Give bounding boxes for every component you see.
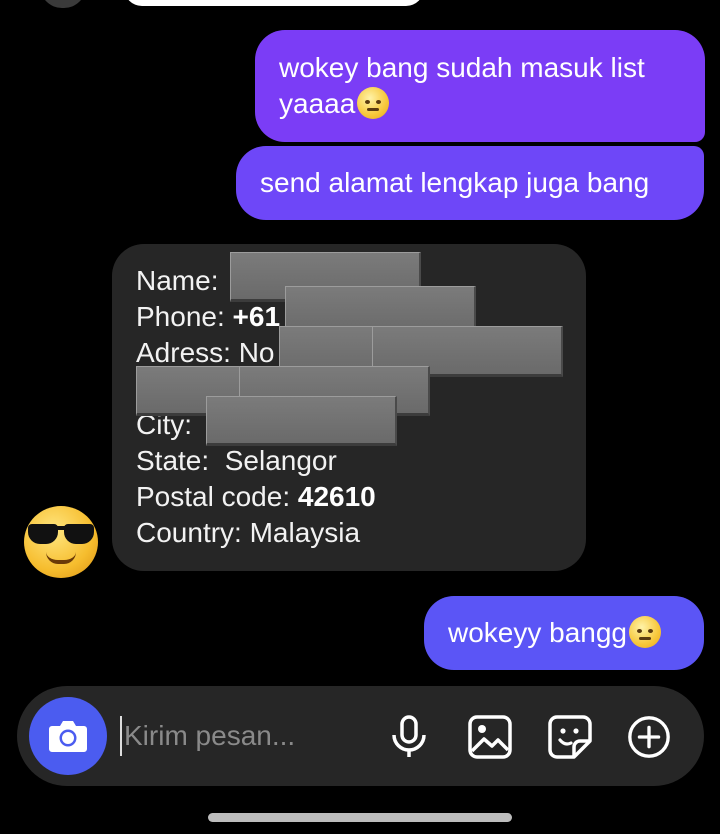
camera-button[interactable] <box>29 697 107 775</box>
saluting-face-emoji-icon <box>629 616 662 648</box>
sunglasses-face-avatar[interactable] <box>24 506 98 578</box>
saluting-face-emoji-icon <box>357 87 390 119</box>
home-indicator[interactable] <box>208 813 512 822</box>
country-row: Country: Malaysia <box>136 515 562 551</box>
state-label: State: <box>136 445 210 476</box>
message-input[interactable] <box>120 716 360 756</box>
mic-button[interactable] <box>386 714 432 760</box>
phone-value: +61 <box>232 301 281 332</box>
state-value: Selangor <box>224 445 337 476</box>
address-label: Adress: No <box>136 337 275 368</box>
sticker-icon <box>548 715 592 759</box>
state-row: State: Selangor <box>136 443 562 479</box>
name-label: Name: <box>136 265 219 296</box>
postal-row: Postal code: 42610 <box>136 479 562 515</box>
outgoing-message-1-text: wokey bang sudah masuk list yaaaa <box>279 52 645 119</box>
postal-label: Postal code: <box>136 481 291 512</box>
postal-value: 42610 <box>297 481 376 512</box>
more-button[interactable] <box>626 714 672 760</box>
country-value: Malaysia <box>249 517 361 548</box>
redaction-box <box>206 396 397 446</box>
outgoing-message-2-text: send alamat lengkap juga bang <box>260 167 650 198</box>
phone-label: Phone: <box>136 301 225 332</box>
sticker-button[interactable] <box>547 714 593 760</box>
gallery-button[interactable] <box>467 714 513 760</box>
previous-message-bubble <box>124 0 424 6</box>
outgoing-message-3[interactable]: wokeyy bangg <box>424 596 704 670</box>
country-label: Country: <box>136 517 242 548</box>
camera-icon <box>49 721 87 752</box>
sunglasses-bridge <box>54 526 68 530</box>
image-icon <box>468 715 512 759</box>
outgoing-message-1[interactable]: wokey bang sudah masuk list yaaaa <box>255 30 705 142</box>
message-composer <box>17 686 704 786</box>
avatar-smile <box>46 552 76 564</box>
outgoing-message-2[interactable]: send alamat lengkap juga bang <box>236 146 704 220</box>
microphone-icon <box>392 715 426 757</box>
previous-avatar <box>40 0 86 8</box>
plus-circle-icon <box>628 716 670 758</box>
outgoing-message-3-text: wokeyy bangg <box>448 617 628 648</box>
